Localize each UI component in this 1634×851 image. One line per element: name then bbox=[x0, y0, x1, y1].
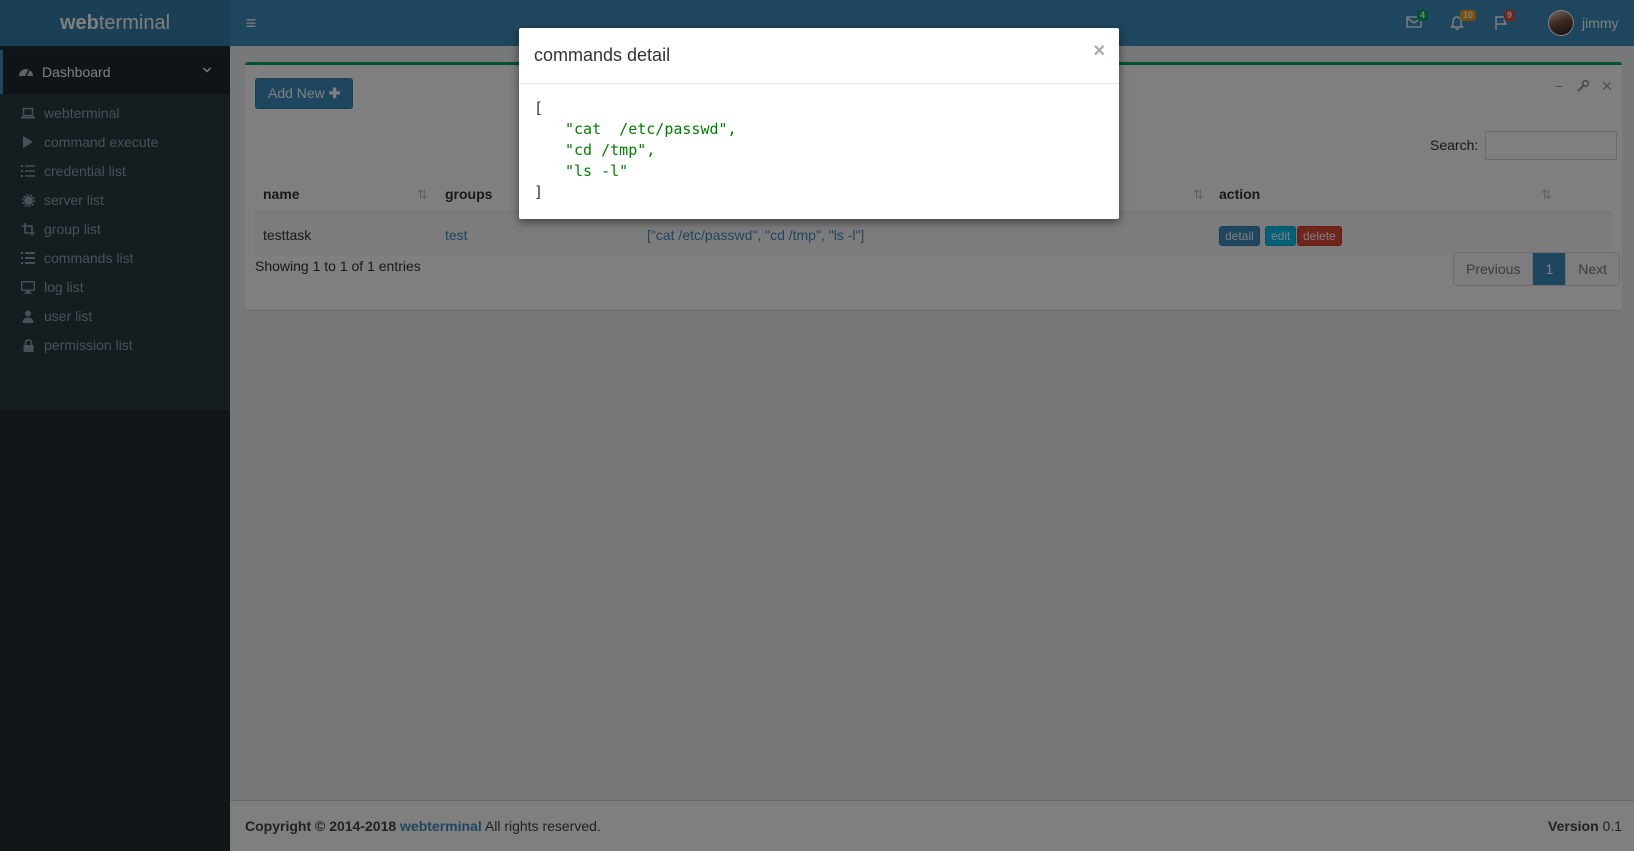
code-line: "cat /etc/passwd", bbox=[565, 120, 737, 138]
modal-header: commands detail × bbox=[519, 28, 1119, 84]
code-line: "cd /tmp", bbox=[565, 141, 656, 159]
modal-close-button[interactable]: × bbox=[1093, 40, 1105, 63]
modal-body: [ "cat /etc/passwd", "cd /tmp", "ls -l" … bbox=[534, 98, 1104, 203]
modal-title: commands detail bbox=[534, 45, 671, 65]
code-close-bracket: ] bbox=[534, 183, 544, 201]
commands-detail-modal: commands detail × [ "cat /etc/passwd", "… bbox=[519, 28, 1119, 219]
code-line: "ls -l" bbox=[565, 162, 629, 180]
code-open-bracket: [ bbox=[534, 99, 544, 117]
